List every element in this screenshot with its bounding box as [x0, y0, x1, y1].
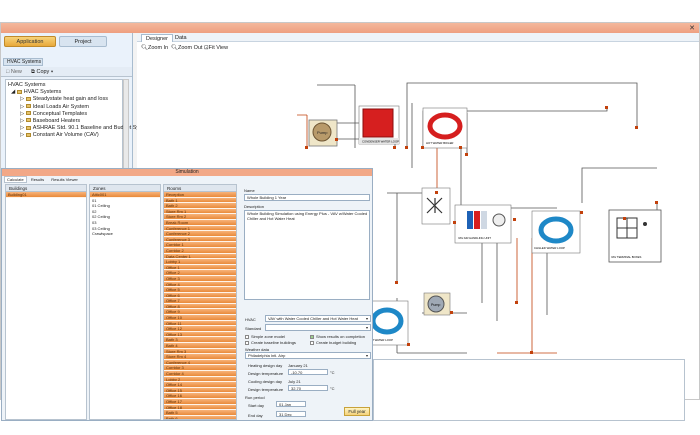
- unit-label: °C: [330, 370, 335, 375]
- standard-select[interactable]: ▾: [265, 324, 371, 331]
- tree-item[interactable]: ▷ Ideal Loads Air System: [8, 104, 120, 111]
- chevron-down-icon: ▾: [365, 325, 368, 330]
- rooms-list: Rooms Reception Bath 1 Bath 2 Store Rm 1 Sto…: [163, 184, 237, 420]
- tree-scrollbar[interactable]: [123, 79, 129, 171]
- simple-zone-checkbox[interactable]: Simple zone model: [245, 334, 285, 339]
- name-label: Name: [244, 188, 255, 193]
- end-day-label: End day: [248, 413, 263, 418]
- app-window: ✕ Application Project HVAC Systems □ New…: [0, 22, 700, 421]
- vav-caption: VAV TERMINAL BOXES: [611, 255, 641, 259]
- chiller-component[interactable]: CONDENSER WATER LOOP: [358, 105, 400, 145]
- list-item[interactable]: Building01: [6, 192, 86, 198]
- magnifier-icon: 🔍︎: [141, 45, 148, 51]
- ahu-component[interactable]: VAV AIR HANDLING UNIT: [454, 204, 512, 244]
- tree-item[interactable]: ▷ Baseboard Heaters: [8, 118, 120, 125]
- pump-component[interactable]: Pump: [308, 119, 338, 147]
- cooling-temp-field[interactable]: 32.70: [288, 385, 328, 391]
- list-item[interactable]: Crawlspace: [90, 231, 160, 237]
- folder-icon: [25, 132, 31, 137]
- pump-label: Pump: [317, 130, 328, 135]
- zones-list: Zones Attic001 01 01 Ceiling 02 02 Ceili…: [89, 184, 161, 420]
- pump-component-2[interactable]: Pump: [423, 292, 451, 316]
- cooling-day-value: July 21: [288, 379, 301, 384]
- show-results-checkbox[interactable]: Show results on completion: [310, 334, 365, 339]
- list-item[interactable]: Bath 6: [164, 415, 236, 419]
- chilled-water-loop[interactable]: CHILLED WATER LOOP: [531, 210, 581, 254]
- folder-icon: [25, 111, 31, 116]
- chiller-caption: CONDENSER WATER LOOP: [362, 140, 399, 144]
- start-day-field[interactable]: 01 Jan: [276, 401, 306, 407]
- tab-designer[interactable]: Designer: [141, 34, 174, 42]
- run-period-label: Run period: [245, 395, 265, 400]
- buildings-list: Buildings Building01: [5, 184, 87, 420]
- copy-button[interactable]: ⧉ Copy ▾: [31, 69, 53, 76]
- tree-item[interactable]: ▷ Conceptual Templates: [8, 111, 120, 118]
- boiler-caption: HOT WATER BOILER: [426, 141, 453, 145]
- system-tree: HVAC Systems ◢ HVAC Systems ▷ Steadystat…: [5, 79, 139, 171]
- buildings-header: Buildings: [6, 185, 86, 192]
- zones-header: Zones: [90, 185, 160, 192]
- start-day-label: Start day: [248, 403, 265, 408]
- zone-component[interactable]: VAV TERMINAL BOXES: [608, 209, 662, 263]
- close-icon[interactable]: ✕: [689, 24, 695, 32]
- standard-label: Standard: [245, 326, 262, 331]
- tree-item[interactable]: ▷ Steadystate heat gain and loss: [8, 96, 120, 103]
- hvac-label: HVAC: [245, 317, 256, 322]
- loop-caption: CHILLED WATER LOOP: [534, 246, 565, 250]
- tab-project[interactable]: Project: [59, 36, 107, 47]
- zoom-out-button[interactable]: 🔍︎Zoom Out: [171, 45, 202, 51]
- tree-item[interactable]: ▷ Constant Air Volume (CAV): [8, 132, 120, 139]
- chevron-down-icon: ▾: [365, 353, 368, 358]
- boiler-component[interactable]: HOT WATER BOILER: [422, 107, 468, 149]
- simulation-title: Simulation: [2, 169, 372, 176]
- description-field[interactable]: Whole Building Simulation using Energy P…: [244, 210, 370, 300]
- end-day-field[interactable]: 31 Dec: [276, 411, 306, 417]
- folder-icon: [25, 118, 31, 123]
- ahu-caption: VAV AIR HANDLING UNIT: [458, 236, 491, 240]
- tab-data[interactable]: Data: [171, 34, 191, 42]
- magnifier-icon: 🔍︎: [171, 45, 178, 51]
- folder-icon: [25, 104, 31, 109]
- description-label: Description: [244, 204, 265, 209]
- section-title[interactable]: HVAC Systems: [3, 58, 43, 66]
- budget-checkbox[interactable]: Create budget building: [310, 340, 356, 345]
- heating-day-label: Heating design day: [248, 363, 283, 368]
- simulation-dialog: Simulation Calculate Results Results Vie…: [1, 168, 373, 421]
- cooling-day-label: Cooling design day: [248, 379, 283, 384]
- rooms-rows: Reception Bath 1 Bath 2 Store Rm 1 Store Rm …: [164, 192, 236, 419]
- tree-item[interactable]: ▷ ASHRAE Std. 90.1 Baseline and Budget S…: [8, 125, 139, 132]
- folder-icon: [25, 125, 31, 130]
- pump-label-2: Pump: [431, 303, 440, 307]
- hvac-select[interactable]: VAV with Water Cooled Chiller and Hot Wa…: [265, 315, 371, 322]
- tree-item[interactable]: ◢ HVAC Systems: [8, 89, 120, 96]
- tab-results[interactable]: Results: [28, 177, 47, 182]
- full-year-button[interactable]: Full year: [344, 407, 370, 416]
- folder-icon: [16, 89, 22, 94]
- properties-panel: [373, 359, 685, 421]
- folder-icon: [25, 96, 31, 101]
- tab-calculate[interactable]: Calculate: [4, 176, 27, 183]
- chevron-down-icon: ▾: [365, 316, 368, 321]
- title-bar: ✕: [1, 23, 699, 33]
- tree-item[interactable]: HVAC Systems: [8, 82, 120, 89]
- rooms-header: Rooms: [164, 185, 236, 192]
- heating-day-value: January 21: [288, 363, 308, 368]
- unit-label: °C: [330, 386, 335, 391]
- weather-select[interactable]: Philadelphia Intl. Airp ▾: [245, 352, 371, 359]
- fit-view-button[interactable]: ⊡Fit View: [204, 45, 228, 51]
- heating-temp-label: Design temperature: [248, 371, 284, 376]
- new-button[interactable]: □ New: [6, 69, 22, 75]
- zoom-in-button[interactable]: 🔍︎Zoom In: [141, 45, 168, 51]
- baseline-checkbox[interactable]: Create baseline buildings: [245, 340, 296, 345]
- name-field[interactable]: Whole Building 1 Year: [244, 194, 370, 201]
- tab-results-viewer[interactable]: Results Viewer: [48, 177, 81, 182]
- heating-temp-field[interactable]: -10.70: [288, 369, 328, 375]
- cooling-temp-label: Design temperature: [248, 387, 284, 392]
- tab-application[interactable]: Application: [4, 36, 56, 47]
